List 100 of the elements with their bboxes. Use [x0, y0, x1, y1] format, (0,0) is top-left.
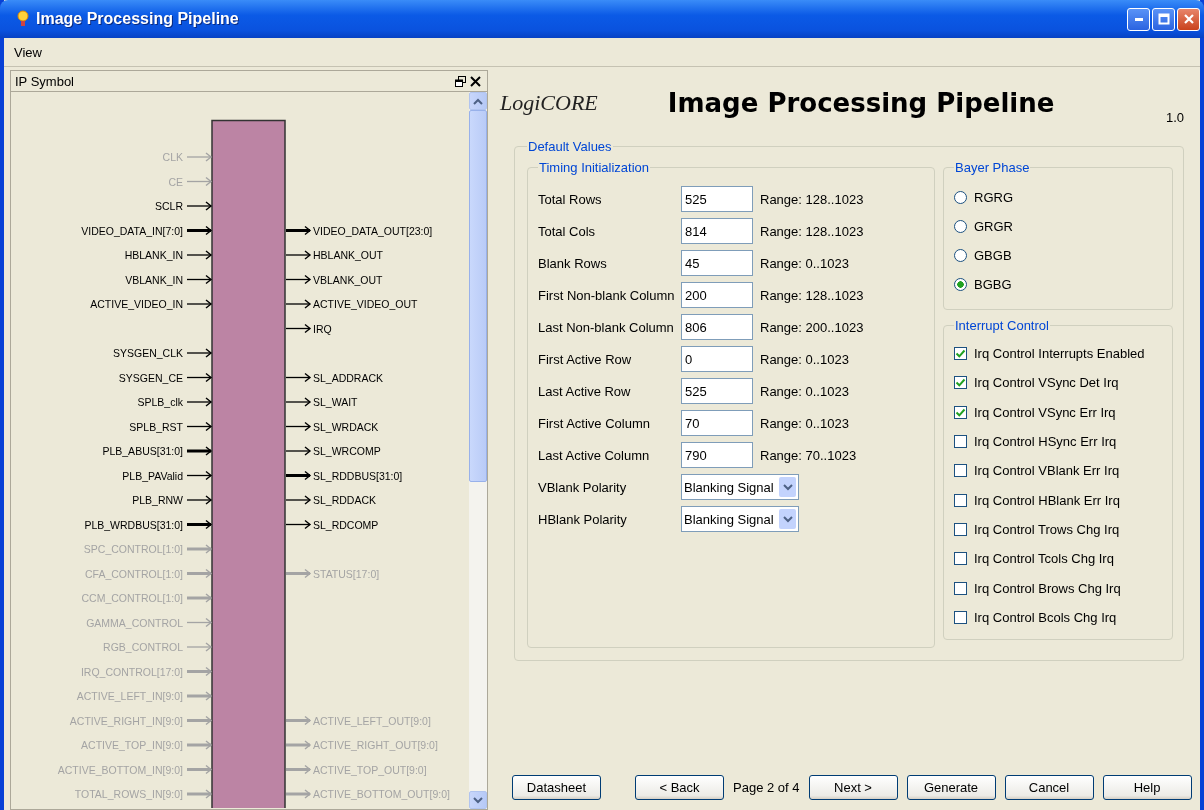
input-field[interactable]: 814 [681, 218, 753, 244]
pin-label: TOTAL_ROWS_IN[9:0] [74, 788, 183, 800]
caret-down-icon [782, 515, 793, 523]
pin-label: SPC_CONTROL[1:0] [83, 543, 183, 555]
input-field[interactable]: 70 [681, 410, 753, 436]
caret-down-icon [473, 796, 483, 804]
radio-button[interactable] [954, 191, 967, 204]
pin-label: STATUS[17:0] [313, 567, 380, 580]
pin-label: SL_RDCOMP [313, 518, 379, 531]
field-label: First Active Column [538, 415, 651, 431]
caret-up-icon [473, 97, 483, 105]
pin-label: PLB_RNW [132, 494, 183, 506]
minimize-icon [1134, 17, 1143, 21]
checkbox[interactable] [954, 493, 967, 507]
pin-label: SYSGEN_CE [118, 371, 183, 384]
restore-icon[interactable] [455, 75, 466, 87]
pin-label: CFA_CONTROL[1:0] [84, 567, 183, 580]
pin-label: SL_WAIT [313, 396, 358, 408]
group-legend: Timing Initialization [538, 160, 651, 175]
dialog-button[interactable]: Help [1102, 775, 1192, 800]
pin-label: VBLANK_IN [125, 273, 183, 286]
pin-label: ACTIVE_TOP_OUT[9:0] [313, 763, 427, 776]
menu-item[interactable]: View [8, 44, 48, 60]
option-label: Irq Control Bcols Chg Irq [974, 609, 1117, 625]
pin-label: SL_ADDRACK [313, 371, 384, 384]
field-label: First Active Row [538, 351, 633, 367]
input-field[interactable]: 525 [681, 186, 753, 212]
checkbox[interactable] [954, 376, 967, 390]
option-label: GBGB [974, 248, 1012, 263]
group-legend: Bayer Phase [954, 160, 1031, 175]
radio-button[interactable] [954, 220, 967, 233]
close-button[interactable] [1177, 7, 1200, 31]
page-title: Image Processing Pipeline [667, 88, 1055, 118]
page-indicator: Page 2 of 4 [733, 780, 800, 795]
input-field[interactable]: 0 [681, 346, 753, 372]
pin-label: ACTIVE_VIDEO_OUT [313, 298, 418, 310]
pin-label: CE [168, 175, 183, 188]
pin-label: VBLANK_OUT [313, 273, 383, 286]
checkbox[interactable] [954, 522, 967, 536]
pin-label: HBLANK_IN [124, 249, 183, 261]
version-label: 1.0 [1165, 110, 1184, 125]
checkbox[interactable] [954, 405, 967, 419]
option-label: Irq Control VBlank Err Irq [974, 463, 1120, 479]
radio-button[interactable] [954, 278, 967, 291]
range-hint: Range: 200..1023 [760, 319, 864, 335]
pin-label: CLK [162, 151, 183, 163]
pin-label: SL_RDDACK [313, 494, 377, 506]
checkbox[interactable] [954, 435, 967, 449]
option-label: Irq Control VSync Det Irq [974, 375, 1119, 391]
logo: LogiCORE [500, 90, 598, 116]
input-field[interactable]: 525 [681, 378, 753, 404]
checkbox[interactable] [954, 552, 967, 566]
option-label: Irq Control Brows Chg Irq [974, 580, 1121, 596]
input-field[interactable]: 200 [681, 282, 753, 308]
back-button[interactable]: < Back [635, 775, 724, 800]
option-label: Irq Control HBlank Err Irq [974, 492, 1120, 508]
lightbulb-icon [16, 10, 30, 28]
input-field[interactable]: 45 [681, 250, 753, 276]
pin-label: ACTIVE_VIDEO_IN [90, 298, 183, 310]
option-label: BGBG [974, 277, 1012, 292]
scroll-up-button[interactable] [469, 92, 487, 110]
pin-label: ACTIVE_BOTTOM_IN[9:0] [57, 763, 183, 776]
checkbox[interactable] [954, 610, 967, 624]
range-hint: Range: 0..1023 [760, 255, 849, 271]
pin-label: VIDEO_DATA_OUT[23:0] [313, 224, 433, 237]
checkbox[interactable] [954, 464, 967, 478]
minimize-button[interactable] [1127, 7, 1150, 31]
maximize-button[interactable] [1152, 7, 1175, 31]
range-hint: Range: 0..1023 [760, 415, 849, 431]
close-icon[interactable] [470, 75, 481, 87]
pin-label: SPLB_RST [129, 420, 183, 433]
field-label: VBlank Polarity [538, 479, 628, 495]
scroll-down-button[interactable] [469, 791, 487, 809]
scroll-thumb[interactable] [469, 110, 487, 482]
field-label: Total Cols [538, 223, 597, 239]
input-field[interactable]: 790 [681, 442, 753, 468]
panel-title: IP Symbol [15, 73, 74, 89]
datasheet-button[interactable]: Datasheet [512, 775, 601, 800]
pin-label: SYSGEN_CLK [112, 347, 183, 359]
pin-label: IRQ_CONTROL[17:0] [80, 665, 183, 678]
field-label: Last Non-blank Column [538, 319, 675, 335]
dropdown[interactable]: Blanking Signal [681, 474, 799, 500]
input-field[interactable]: 806 [681, 314, 753, 340]
window-title: Image Processing Pipeline [36, 10, 239, 28]
pin-label: PLB_PAValid [122, 469, 183, 482]
radio-button[interactable] [954, 249, 967, 262]
checkbox[interactable] [954, 347, 967, 361]
checkbox[interactable] [954, 581, 967, 595]
dialog-button[interactable]: Next > [808, 775, 898, 800]
range-hint: Range: 128..1023 [760, 191, 864, 207]
field-label: Total Rows [538, 191, 603, 207]
dropdown[interactable]: Blanking Signal [681, 506, 799, 532]
scrollbar[interactable] [469, 92, 487, 809]
pin-label: VIDEO_DATA_IN[7:0] [81, 224, 183, 237]
pin-label: SPLB_clk [137, 396, 183, 408]
dialog-button[interactable]: Cancel [1004, 775, 1094, 800]
option-label: Irq Control Tcols Chg Irq [974, 551, 1114, 567]
group-legend: Default Values [527, 139, 613, 154]
dialog-button[interactable]: Generate [906, 775, 996, 800]
pin-label: RGB_CONTROL [103, 641, 183, 653]
